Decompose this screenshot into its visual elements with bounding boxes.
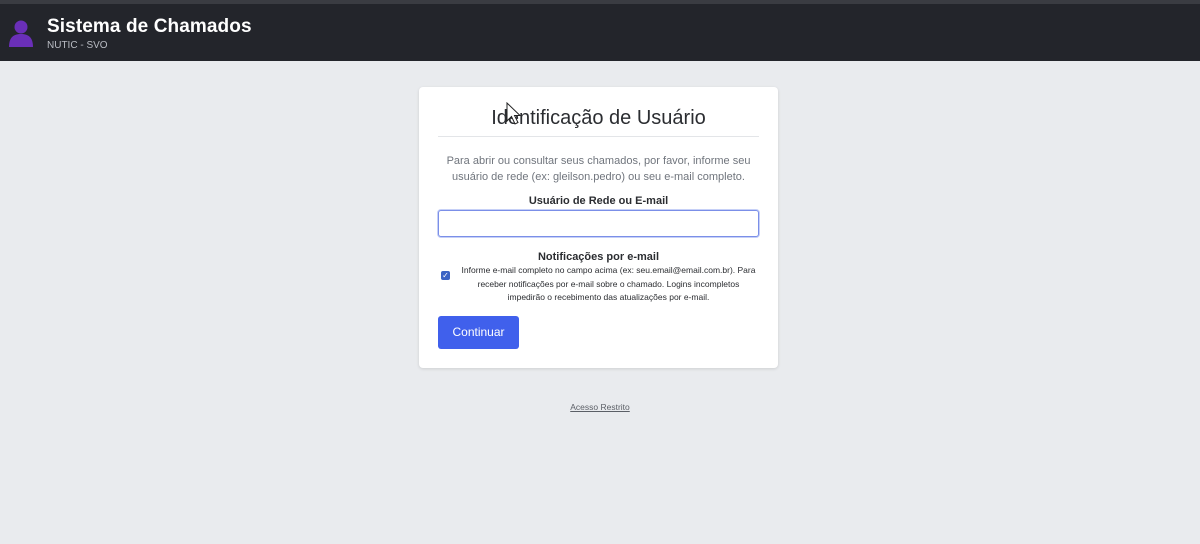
notifications-title: Notificações por e-mail bbox=[537, 251, 660, 263]
notifications-help-text: Informe e-mail completo no campo acima (… bbox=[461, 265, 756, 302]
login-card: Identificação de Usuário Para abrir ou c… bbox=[419, 87, 778, 368]
notifications-checkbox[interactable]: ✓ bbox=[441, 271, 450, 280]
checkmark-icon: ✓ bbox=[442, 271, 449, 280]
continue-button[interactable]: Continuar bbox=[438, 316, 519, 349]
intro-text: Para abrir ou consultar seus chamados, p… bbox=[446, 155, 751, 183]
app-subtitle: NUTIC - SVO bbox=[47, 40, 108, 51]
card-title: Identificação de Usuário bbox=[491, 107, 706, 129]
mouse-cursor-icon bbox=[506, 102, 522, 125]
restricted-access-link[interactable]: Acesso Restrito bbox=[0, 402, 1200, 412]
username-input[interactable] bbox=[438, 210, 759, 237]
top-bar: Sistema de Chamados NUTIC - SVO bbox=[0, 0, 1200, 61]
title-divider bbox=[438, 136, 759, 137]
user-avatar-icon bbox=[9, 20, 33, 47]
username-label: Usuário de Rede ou E-mail bbox=[528, 195, 669, 207]
app-title: Sistema de Chamados bbox=[47, 16, 252, 37]
